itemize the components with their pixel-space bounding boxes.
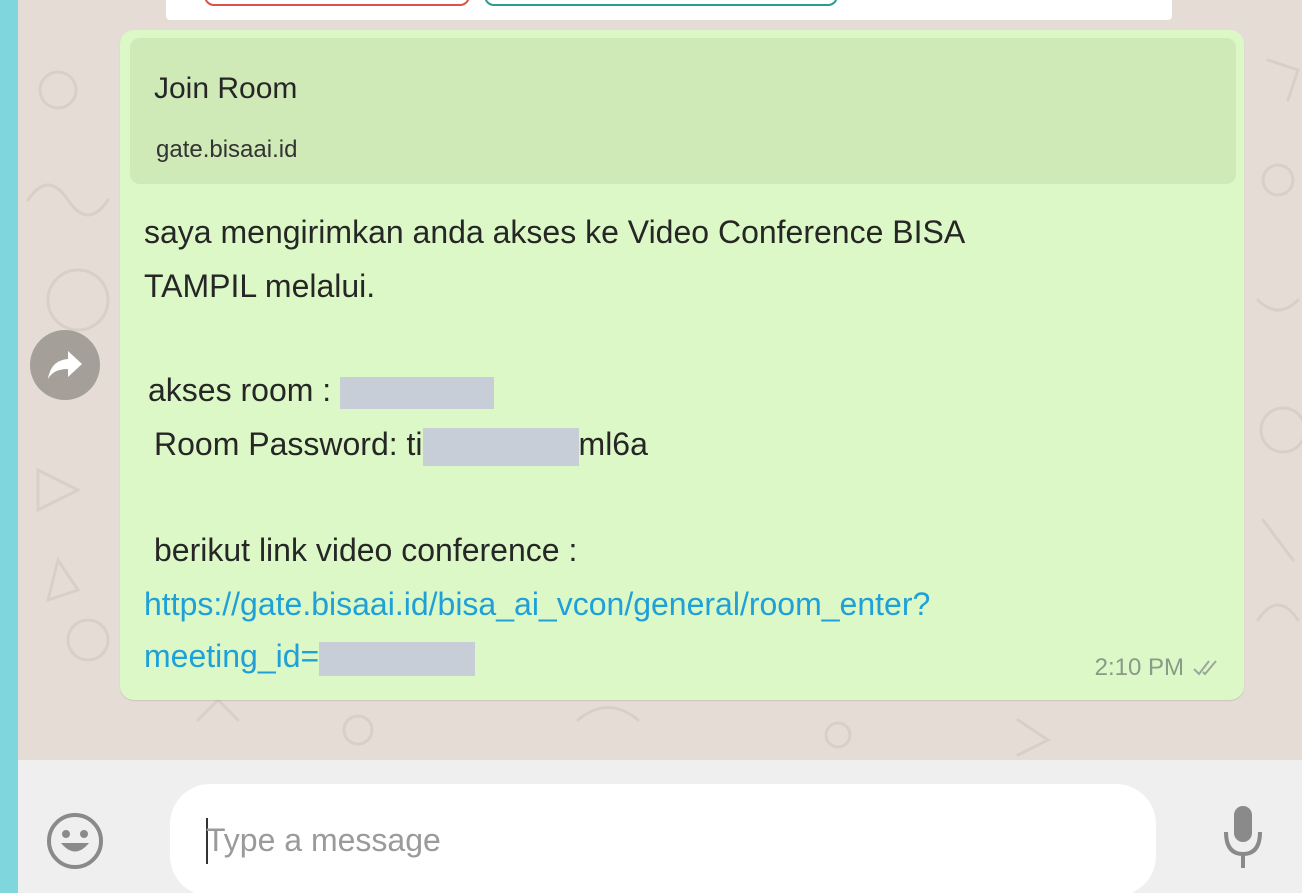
- previous-message-strip: [166, 0, 1172, 20]
- chat-panel: Join Room gate.bisaai.id saya mengirimka…: [18, 0, 1302, 760]
- message-composer: [18, 760, 1302, 893]
- link-preview-title: Join Room: [154, 72, 298, 105]
- forward-arrow-icon: [48, 351, 82, 379]
- previous-button-red[interactable]: [204, 0, 470, 6]
- password-suffix: ml6a: [578, 426, 648, 462]
- message-line-1: saya mengirimkan anda akses ke Video Con…: [144, 214, 966, 250]
- redacted-password: [422, 427, 579, 466]
- emoji-button[interactable]: [44, 810, 106, 872]
- chat-window: Join Room gate.bisaai.id saya mengirimka…: [18, 0, 1302, 893]
- forward-button[interactable]: [30, 330, 100, 400]
- microphone-button[interactable]: [1218, 800, 1268, 880]
- room-line: akses room :: [148, 370, 495, 410]
- link-preview[interactable]: Join Room gate.bisaai.id: [130, 38, 1236, 184]
- double-check-icon: [1193, 660, 1217, 676]
- room-label: akses room :: [148, 372, 341, 408]
- smiley-icon: [47, 813, 103, 869]
- message-input-container[interactable]: [170, 784, 1156, 893]
- previous-button-teal[interactable]: [484, 0, 838, 6]
- meeting-id-link[interactable]: meeting_id=: [144, 638, 319, 674]
- message-input[interactable]: [206, 814, 1106, 866]
- link-intro: berikut link video conference :: [154, 532, 578, 568]
- redacted-room-id: [340, 376, 495, 409]
- password-line: Room Password: ti ml6a: [154, 424, 648, 466]
- message-meta: 2:10 PM: [1095, 654, 1222, 682]
- conference-link-line-1[interactable]: https://gate.bisaai.id/bisa_ai_vcon/gene…: [144, 584, 930, 624]
- message-bubble[interactable]: Join Room gate.bisaai.id saya mengirimka…: [120, 30, 1244, 700]
- redacted-meeting-id: [319, 641, 476, 676]
- message-time: 2:10 PM: [1094, 654, 1184, 681]
- message-line-2: TAMPIL melalui.: [144, 268, 376, 304]
- conference-link-line-2[interactable]: meeting_id=: [144, 636, 476, 676]
- link-preview-domain: gate.bisaai.id: [156, 136, 298, 163]
- password-label: Room Password: ti: [154, 426, 423, 462]
- microphone-icon: [1224, 806, 1262, 868]
